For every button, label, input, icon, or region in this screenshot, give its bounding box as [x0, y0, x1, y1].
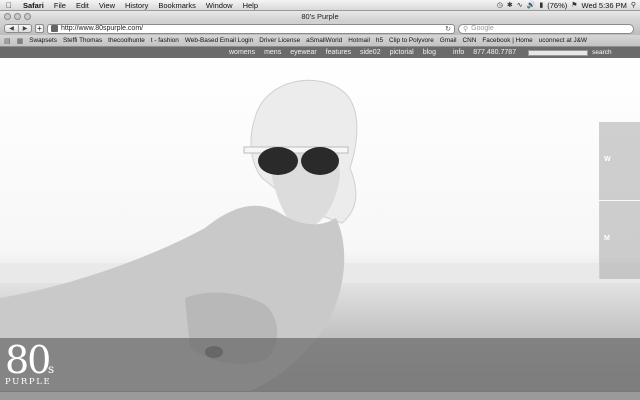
hero-photo: W M 80 s PURPLE	[0, 58, 640, 391]
menu-clock[interactable]: Wed 5:36 PM	[582, 1, 627, 10]
reload-icon[interactable]: ↻	[445, 25, 451, 33]
system-menu-bar:  Safari File Edit View History Bookmark…	[0, 0, 640, 11]
bluetooth-icon[interactable]: ✱	[507, 1, 513, 9]
search-icon: ⚲	[463, 25, 469, 33]
nav-phone: 877.480.7787	[473, 49, 517, 56]
site-search-button[interactable]: search	[592, 49, 612, 56]
nav-side02[interactable]: side02	[360, 49, 381, 56]
bookmark-item[interactable]: Gmail	[440, 37, 457, 44]
spotlight-icon[interactable]: ⚲	[631, 1, 636, 9]
browser-toolbar: ◀ ▶ + http://www.80spurple.com/ ↻ ⚲ Goog…	[0, 22, 640, 35]
bookmark-item[interactable]: t - fashion	[151, 37, 179, 44]
flag-icon[interactable]: ⚑	[571, 1, 577, 9]
window-controls	[4, 13, 31, 20]
nav-eyewear[interactable]: eyewear	[290, 49, 316, 56]
side-tab-w-label: W	[604, 156, 611, 163]
nav-mens[interactable]: mens	[264, 49, 281, 56]
site-nav-links: womens mens eyewear features side02 pict…	[229, 49, 516, 56]
zoom-window-button[interactable]	[24, 13, 31, 20]
wifi-icon[interactable]: ∿	[517, 1, 523, 9]
menu-view[interactable]: View	[94, 1, 120, 10]
back-button[interactable]: ◀	[5, 25, 18, 32]
site-favicon-icon	[51, 25, 58, 32]
menu-window[interactable]: Window	[201, 1, 238, 10]
apple-menu-icon[interactable]: 	[0, 1, 18, 10]
menu-file[interactable]: File	[49, 1, 71, 10]
bookmarks-bar: ▤ ▦ Swapsets Steffi Thomas thecoolhunte …	[0, 35, 640, 47]
menu-edit[interactable]: Edit	[71, 1, 94, 10]
bookmark-item[interactable]: Web-Based Email Login	[185, 37, 253, 44]
add-bookmark-button[interactable]: +	[35, 24, 44, 33]
footer-overlay: 80 s PURPLE	[0, 338, 640, 391]
bookmark-item[interactable]: Hotmail	[348, 37, 370, 44]
nav-info[interactable]: info	[453, 49, 464, 56]
forward-button[interactable]: ▶	[18, 25, 31, 32]
battery-percent: (76%)	[547, 0, 568, 10]
bookmark-item[interactable]: h5	[376, 37, 383, 44]
close-window-button[interactable]	[4, 13, 11, 20]
bookmarks-grid-icon[interactable]: ▦	[17, 37, 24, 45]
bookmark-item[interactable]: Clip to Polyvore	[389, 37, 434, 44]
sunglasses-right-lens	[301, 147, 339, 175]
menu-help[interactable]: Help	[238, 1, 263, 10]
bookmark-item[interactable]: aSmallWorld	[306, 37, 342, 44]
nav-blog[interactable]: blog	[423, 49, 436, 56]
search-field[interactable]: ⚲ Google	[458, 23, 634, 34]
side-tab-mens[interactable]: M	[599, 201, 640, 279]
side-tab-m-label: M	[604, 235, 610, 242]
logo-word: PURPLE	[5, 377, 52, 387]
time-machine-icon[interactable]: ◷	[497, 1, 503, 9]
menu-bookmarks[interactable]: Bookmarks	[153, 1, 201, 10]
nav-womens[interactable]: womens	[229, 49, 255, 56]
side-tab-womens[interactable]: W	[599, 122, 640, 200]
nav-buttons: ◀ ▶	[4, 24, 32, 33]
window-title: 80's Purple	[301, 12, 339, 21]
site-nav: womens mens eyewear features side02 pict…	[0, 47, 640, 58]
menu-app-safari[interactable]: Safari	[18, 1, 49, 10]
minimize-window-button[interactable]	[14, 13, 21, 20]
bookmark-item[interactable]: thecoolhunte	[108, 37, 145, 44]
site-search-input[interactable]	[528, 49, 589, 56]
bookmark-item[interactable]: Facebook | Home	[482, 37, 532, 44]
bookmark-item[interactable]: Swapsets	[29, 37, 57, 44]
reading-list-icon[interactable]: ▤	[4, 37, 11, 45]
battery-icon[interactable]: ▮	[539, 1, 543, 9]
window-bottom-bar	[0, 391, 640, 400]
address-bar[interactable]: http://www.80spurple.com/ ↻	[47, 23, 455, 34]
menu-history[interactable]: History	[120, 1, 153, 10]
logo-s: s	[48, 362, 55, 376]
bookmark-item[interactable]: Steffi Thomas	[63, 37, 102, 44]
window-titlebar: 80's Purple	[0, 11, 640, 22]
volume-icon[interactable]: 🔊	[527, 1, 536, 9]
search-placeholder: Google	[471, 25, 494, 32]
logo-number: 80	[5, 338, 51, 382]
bookmark-item[interactable]: Driver License	[259, 37, 300, 44]
bookmark-item[interactable]: CNN	[463, 37, 477, 44]
bookmark-item[interactable]: uconnect at J&W	[539, 37, 587, 44]
status-area: ◷ ✱ ∿ 🔊 ▮ (76%) ⚑ Wed 5:36 PM ⚲	[497, 1, 640, 10]
nav-features[interactable]: features	[326, 49, 351, 56]
sunglasses-left-lens	[258, 147, 298, 175]
url-text[interactable]: http://www.80spurple.com/	[61, 25, 442, 32]
nav-pictorial[interactable]: pictorial	[390, 49, 414, 56]
